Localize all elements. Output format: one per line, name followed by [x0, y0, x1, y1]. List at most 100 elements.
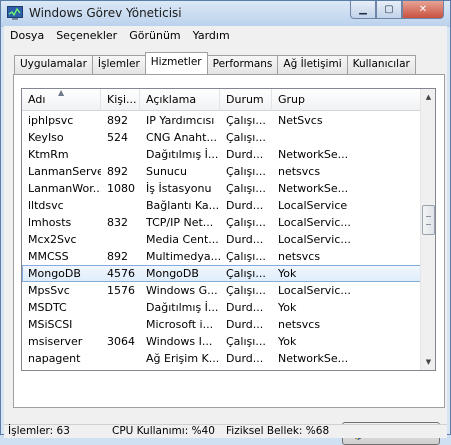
cell-description: Media Cent... — [146, 233, 219, 246]
table-row[interactable]: iphlpsvc 892 IP Yardımcısı Çalışı... NetSvcs — [22, 112, 422, 129]
cell-status: Durd... — [226, 233, 264, 246]
cell-group: NetSvcs — [278, 114, 323, 127]
column-header-description[interactable]: Açıklama — [140, 89, 220, 111]
cell-name: LanmanServer — [28, 165, 101, 178]
table-row[interactable]: LanmanServer 892 Sunucu Çalışı... netsvcs — [22, 163, 422, 180]
tab-applications[interactable]: Uygulamalar — [14, 55, 93, 74]
tab-services[interactable]: Hizmetler — [144, 52, 208, 74]
window-controls: ▁ ▢ ✕ — [350, 1, 444, 19]
cell-status: Çalışı... — [226, 131, 266, 144]
cell-pid — [101, 197, 140, 214]
table-row[interactable]: MongoDB 4576 MongoDB Çalışı... Yok — [22, 265, 422, 282]
table-row[interactable]: lltdsvc Bağlantı Ka... Durd... LocalService — [22, 197, 422, 214]
status-process-count: İşlemler: 63 — [8, 425, 70, 437]
table-row[interactable]: MSDTC Dağıtılmış İ... Durd... Yok — [22, 299, 422, 316]
minimize-icon: ▁ — [359, 4, 367, 15]
cell-description: TCP/IP Net... — [146, 216, 214, 229]
column-header-status[interactable]: Durum — [220, 89, 272, 111]
table-row[interactable]: MSiSCSI Microsoft i... Durd... netsvcs — [22, 316, 422, 333]
task-manager-icon — [7, 6, 23, 20]
cell-pid: 4576 — [107, 267, 135, 280]
cell-group: Yok — [278, 335, 297, 348]
cell-group: Yok — [278, 267, 297, 280]
cell-name: MpsSvc — [28, 284, 70, 297]
maximize-icon: ▢ — [384, 4, 394, 15]
cell-group: NetworkSe... — [278, 352, 349, 365]
cell-description: Microsoft i... — [146, 318, 214, 331]
cell-status: Durd... — [226, 352, 264, 365]
column-header-name[interactable]: Adı ▲ — [22, 89, 101, 111]
scroll-down-arrow-icon[interactable]: ▼ — [421, 354, 435, 370]
scroll-thumb[interactable] — [422, 205, 435, 235]
status-bar: İşlemler: 63 CPU Kullanımı: %40 Fiziksel… — [4, 424, 447, 438]
cell-group — [272, 129, 422, 146]
cell-status: Durd... — [226, 199, 264, 212]
cell-pid: 892 — [107, 114, 128, 127]
table-row[interactable]: MpsSvc 1576 Windows G... Çalışı... LocalServ… — [22, 282, 422, 299]
table-row[interactable]: MMCSS 892 Multimedya... Çalışı... netsvcs — [22, 248, 422, 265]
cell-group: NetworkSe... — [278, 182, 349, 195]
service-rows: iphlpsvc 892 IP Yardımcısı Çalışı... NetSvcs… — [22, 112, 422, 367]
cell-status: Çalışı... — [226, 250, 266, 263]
maximize-button[interactable]: ▢ — [376, 1, 402, 19]
minimize-button[interactable]: ▁ — [350, 1, 376, 19]
column-header-group[interactable]: Grup — [272, 89, 422, 111]
cell-name: Mcx2Svc — [28, 233, 77, 246]
services-list[interactable]: Adı ▲ Kişi... Açıklama Durum Grup iphlps… — [21, 88, 436, 371]
tab-performance[interactable]: Performans — [206, 55, 279, 74]
cell-pid — [101, 316, 140, 333]
close-button[interactable]: ✕ — [402, 1, 444, 19]
cell-name: MongoDB — [28, 267, 81, 280]
table-row[interactable]: LanmanWor... 1080 İş İstasyonu Çalışı... Net… — [22, 180, 422, 197]
cell-description: Bağlantı Ka... — [146, 199, 220, 212]
cell-group: NetworkSe... — [278, 148, 349, 161]
table-row[interactable]: napagent Ağ Erişim K... Durd... NetworkSe..… — [22, 350, 422, 367]
scroll-up-arrow-icon[interactable]: ▲ — [421, 89, 435, 105]
cell-pid — [101, 231, 140, 248]
cell-status: Çalışı... — [226, 165, 266, 178]
cell-pid — [101, 350, 140, 367]
menu-view[interactable]: Görünüm — [123, 29, 186, 42]
cell-description: Windows G... — [146, 284, 218, 297]
table-row[interactable]: lmhosts 832 TCP/IP Net... Çalışı... LocalSer… — [22, 214, 422, 231]
close-icon: ✕ — [418, 4, 428, 15]
tab-networking[interactable]: Ağ İletişimi — [277, 55, 348, 74]
menu-file[interactable]: Dosya — [4, 29, 50, 42]
cell-name: MMCSS — [28, 250, 69, 263]
list-header: Adı ▲ Kişi... Açıklama Durum Grup — [22, 89, 422, 111]
table-row[interactable]: Mcx2Svc Media Cent... Durd... LocalServic..… — [22, 231, 422, 248]
tab-processes[interactable]: İşlemler — [91, 55, 146, 74]
cell-description: Ağ Erişim K... — [146, 352, 220, 365]
cell-group: netsvcs — [278, 165, 321, 178]
cell-name: MSDTC — [28, 301, 67, 314]
cell-description: Dağıtılmış İ... — [146, 301, 219, 314]
cell-name: KeyIso — [28, 131, 64, 144]
table-row[interactable]: KtmRm Dağıtılmış İ... Durd... NetworkSe... — [22, 146, 422, 163]
cell-name: napagent — [28, 352, 81, 365]
task-manager-window: Windows Görev Yöneticisi ▁ ▢ ✕ Dosya Seç… — [0, 0, 451, 445]
cell-name: lmhosts — [28, 216, 72, 229]
cell-group: LocalServic... — [278, 233, 351, 246]
cell-description: Multimedya... — [146, 250, 220, 263]
cell-status: Çalışı... — [226, 267, 266, 280]
table-row[interactable]: KeyIso 524 CNG Anaht... Çalışı... — [22, 129, 422, 146]
cell-description: Dağıtılmış İ... — [146, 148, 219, 161]
table-row[interactable]: msiserver 3064 Windows I... Çalışı... Yok — [22, 333, 422, 350]
cell-description: Sunucu — [146, 165, 187, 178]
cell-pid: 3064 — [107, 335, 135, 348]
cell-status: Çalışı... — [226, 182, 266, 195]
cell-pid: 892 — [107, 165, 128, 178]
tab-users[interactable]: Kullanıcılar — [346, 55, 416, 74]
menu-options[interactable]: Seçenekler — [50, 29, 123, 42]
cell-name: KtmRm — [28, 148, 69, 161]
cell-description: MongoDB — [146, 267, 199, 280]
vertical-scrollbar[interactable]: ▲ ▼ — [420, 89, 435, 370]
cell-status: Çalışı... — [226, 335, 266, 348]
cell-pid: 524 — [107, 131, 128, 144]
cell-name: LanmanWor... — [28, 182, 101, 195]
cell-pid: 1576 — [107, 284, 135, 297]
menu-help[interactable]: Yardım — [187, 29, 236, 42]
title-bar[interactable]: Windows Görev Yöneticisi ▁ ▢ ✕ — [1, 1, 450, 26]
menu-bar: Dosya Seçenekler Görünüm Yardım — [4, 26, 447, 44]
column-header-pid[interactable]: Kişi... — [101, 89, 140, 111]
